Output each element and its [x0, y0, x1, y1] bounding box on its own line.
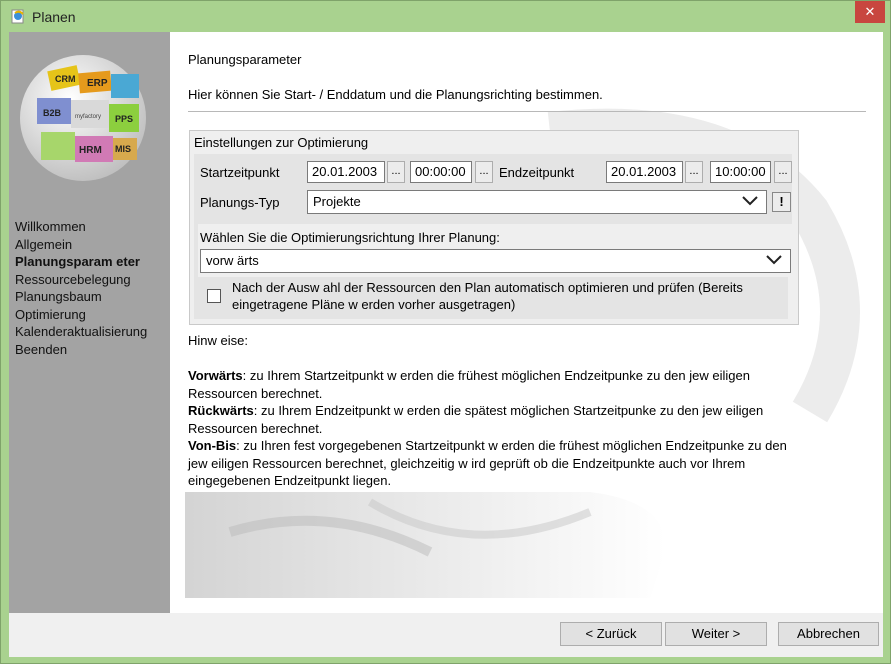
sidebar-item-optimierung[interactable]: Optimierung [15, 306, 147, 324]
back-button[interactable]: < Zurück [560, 622, 662, 646]
window-title: Planen [32, 9, 76, 25]
hint-forward-term: Vorwärts [188, 368, 243, 383]
settings-inner-panel: Startzeitpunkt 20.01.2003 ... 00:00:00 .… [194, 154, 792, 319]
page-description: Hier können Sie Start- / Enddatum und di… [188, 87, 603, 102]
hint-forward: Vorwärts: zu Ihrem Startzeitpunkt w erde… [188, 367, 798, 402]
logo-text-mis: MIS [115, 144, 131, 154]
plan-type-value: Projekte [313, 194, 361, 209]
logo-text-erp: ERP [87, 78, 108, 89]
start-date-picker-button[interactable]: ... [387, 161, 405, 183]
end-label: Endzeitpunkt [499, 165, 575, 180]
logo-text-crm: CRM [55, 74, 76, 84]
logo-text-hrm: HRM [79, 145, 102, 156]
sidebar: CRM ERP B2B myfactory PPS HRM MIS Willko… [9, 32, 170, 613]
chevron-down-icon [742, 196, 758, 206]
start-time-field[interactable]: 00:00:00 [410, 161, 472, 183]
wizard-steps: Willkommen Allgemein Planungsparam eter … [15, 218, 147, 358]
direction-prompt: Wählen Sie die Optimierungsrichtung Ihre… [200, 230, 500, 245]
logo-text-b2b: B2B [43, 108, 62, 118]
hint-frombis-term: Von-Bis [188, 438, 237, 453]
cancel-button[interactable]: Abbrechen [778, 622, 879, 646]
logo-text-pps: PPS [115, 114, 133, 124]
hints-heading: Hinw eise: [188, 333, 248, 348]
optimization-settings-group: Einstellungen zur Optimierung Startzeitp… [189, 130, 799, 325]
end-date-picker-button[interactable]: ... [685, 161, 703, 183]
auto-optimize-label: Nach der Ausw ahl der Ressourcen den Pla… [232, 280, 743, 312]
title-bar[interactable]: Planen ✕ [1, 1, 890, 31]
direction-value: vorw ärts [206, 253, 259, 268]
window: Planen ✕ CRM ERP B2B myfactory PPS HRM M… [0, 0, 891, 664]
hint-backward: Rückwärts: zu Ihrem Endzeitpunkt w erden… [188, 402, 798, 437]
plan-type-info-button[interactable]: ! [772, 192, 791, 212]
direction-select[interactable]: vorw ärts [200, 249, 791, 273]
sidebar-item-allgemein[interactable]: Allgemein [15, 236, 147, 254]
start-date-field[interactable]: 20.01.2003 [307, 161, 385, 183]
sidebar-item-ressourcebelegung[interactable]: Ressourcebelegung [15, 271, 147, 289]
start-label: Startzeitpunkt [200, 165, 280, 180]
header-divider [188, 111, 866, 112]
next-button[interactable]: Weiter > [665, 622, 767, 646]
sidebar-item-willkommen[interactable]: Willkommen [15, 218, 147, 236]
hint-frombis: Von-Bis: zu Ihren fest vorgegebenen Star… [188, 437, 798, 490]
chevron-down-icon [766, 255, 782, 265]
start-time-picker-button[interactable]: ... [475, 161, 493, 183]
auto-optimize-checkbox[interactable] [207, 289, 221, 303]
logo-text-myfactory: myfactory [75, 114, 101, 120]
plan-type-select[interactable]: Projekte [307, 190, 767, 214]
app-icon [11, 9, 24, 24]
sidebar-item-beenden[interactable]: Beenden [15, 341, 147, 359]
plan-type-label: Planungs-Typ [200, 195, 280, 210]
auto-optimize-row: Nach der Ausw ahl der Ressourcen den Pla… [198, 277, 788, 319]
hint-backward-text: : zu Ihrem Endzeitpunkt w erden die spät… [188, 403, 764, 436]
hint-backward-term: Rückwärts [188, 403, 254, 418]
sidebar-item-planungsbaum[interactable]: Planungsbaum [15, 288, 147, 306]
hints-section: Hinw eise: Vorwärts: zu Ihrem Startzeitp… [188, 332, 798, 490]
dialog-client: CRM ERP B2B myfactory PPS HRM MIS Willko… [9, 32, 883, 657]
end-time-field[interactable]: 10:00:00 [710, 161, 771, 183]
sidebar-item-kalenderaktualisierung[interactable]: Kalenderaktualisierung [15, 323, 147, 341]
hint-frombis-text: : zu Ihren fest vorgegebenen Startzeitpu… [188, 438, 787, 488]
group-title: Einstellungen zur Optimierung [194, 135, 369, 150]
end-date-field[interactable]: 20.01.2003 [606, 161, 683, 183]
page-title: Planungsparameter [188, 52, 302, 67]
hint-forward-text: : zu Ihrem Startzeitpunkt w erden die fr… [188, 368, 750, 401]
close-button[interactable]: ✕ [855, 1, 885, 23]
puzzle-globe-logo: CRM ERP B2B myfactory PPS HRM MIS [20, 55, 146, 181]
content-panel: Planungsparameter Hier können Sie Start-… [170, 32, 883, 613]
end-time-picker-button[interactable]: ... [774, 161, 792, 183]
sidebar-item-planungsparameter[interactable]: Planungsparam eter [15, 253, 147, 271]
